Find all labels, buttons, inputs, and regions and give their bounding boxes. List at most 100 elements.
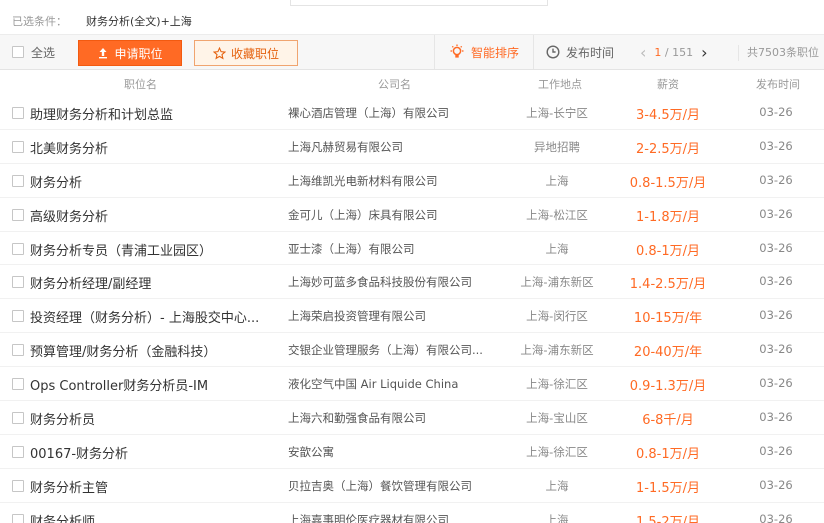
job-location: 上海-徐汇区	[526, 377, 588, 392]
job-title-link[interactable]: 财务分析经理/副经理	[30, 273, 151, 292]
current-page: 1	[654, 45, 662, 59]
search-bar-remnant	[290, 0, 548, 6]
table-row[interactable]: 财务分析经理/副经理 上海妙可蓝多食品科技股份有限公司 上海-浦东新区 1.4-2.5…	[0, 265, 824, 300]
post-date: 03-26	[759, 308, 793, 323]
filters-label: 已选条件：	[12, 15, 67, 28]
company-link[interactable]: 亚士漆（上海）有限公司	[288, 241, 415, 257]
job-salary: 6-8千/月	[642, 413, 694, 429]
job-title-link[interactable]: 预算管理/财务分析（金融科技）	[30, 341, 216, 360]
select-all-label[interactable]: 全选	[31, 44, 55, 61]
company-link[interactable]: 交银企业管理服务（上海）有限公司...	[288, 342, 483, 358]
table-row[interactable]: 财务分析主管 贝拉吉奥（上海）餐饮管理有限公司 上海 1-1.5万/月 03-26	[0, 469, 824, 503]
company-link[interactable]: 安歆公寓	[288, 444, 334, 460]
apply-jobs-button[interactable]: 申请职位	[78, 40, 182, 66]
job-location: 上海	[545, 512, 569, 523]
smart-sort-label: 智能排序	[470, 45, 519, 60]
row-checkbox[interactable]	[12, 479, 24, 492]
company-link[interactable]: 贝拉吉奥（上海）餐饮管理有限公司	[288, 478, 472, 494]
company-link[interactable]: 上海嘉事明伦医疗器材有限公司	[288, 512, 449, 523]
row-checkbox[interactable]	[12, 378, 24, 391]
clock-icon	[546, 45, 560, 59]
job-title-link[interactable]: 北美财务分析	[30, 138, 108, 157]
job-salary: 1.5-2万/月	[635, 514, 701, 523]
row-checkbox[interactable]	[12, 310, 24, 323]
row-checkbox[interactable]	[12, 174, 24, 187]
company-link[interactable]: 液化空气中国 Air Liquide China	[288, 376, 458, 392]
table-row[interactable]: 高级财务分析 金可儿（上海）床具有限公司 上海-松江区 1-1.8万/月 03-26	[0, 198, 824, 232]
row-checkbox[interactable]	[12, 445, 24, 458]
favorite-jobs-button[interactable]: 收藏职位	[194, 40, 298, 66]
company-link[interactable]: 上海维凯光电新材料有限公司	[288, 173, 438, 189]
job-salary: 3-4.5万/月	[635, 108, 701, 123]
filters-value[interactable]: 财务分析(全文)+上海	[86, 13, 192, 29]
post-date: 03-26	[759, 172, 793, 187]
table-row[interactable]: 财务分析专员（青浦工业园区） 亚士漆（上海）有限公司 上海 0.8-1万/月 03-26	[0, 232, 824, 266]
job-location: 上海-宝山区	[526, 411, 588, 426]
job-location: 上海-浦东新区	[520, 343, 594, 358]
sort-by-time-label: 发布时间	[566, 45, 615, 60]
job-location: 上海-长宁区	[526, 106, 588, 120]
company-link[interactable]: 上海妙可蓝多食品科技股份有限公司	[288, 274, 472, 290]
job-salary: 0.8-1万/月	[635, 243, 701, 259]
job-title-link[interactable]: 财务分析	[30, 172, 82, 191]
job-location: 上海-徐汇区	[526, 444, 588, 459]
next-page-icon[interactable]: ›	[701, 43, 707, 62]
company-link[interactable]: 上海荣启投资管理有限公司	[288, 308, 426, 324]
post-date: 03-26	[759, 342, 793, 357]
table-row[interactable]: 财务分析员 上海六和勤强食品有限公司 上海-宝山区 6-8千/月 03-26	[0, 401, 824, 435]
row-checkbox[interactable]	[12, 242, 24, 255]
sort-by-time-button[interactable]: 发布时间	[546, 35, 614, 69]
total-jobs-count: 共7503条职位	[738, 45, 819, 61]
prev-page-icon[interactable]: ‹	[640, 43, 646, 62]
job-title-link[interactable]: 财务分析主管	[30, 477, 108, 496]
job-salary: 10-15万/年	[633, 311, 703, 327]
job-salary: 0.9-1.3万/月	[629, 379, 707, 395]
selected-filters-bar: 已选条件： 财务分析(全文)+上海	[0, 8, 824, 34]
job-title-link[interactable]: 高级财务分析	[30, 206, 108, 225]
table-row[interactable]: 财务分析 上海维凯光电新材料有限公司 上海 0.8-1.5万/月 03-26	[0, 164, 824, 198]
table-row[interactable]: 预算管理/财务分析（金融科技） 交银企业管理服务（上海）有限公司... 上海-浦东新…	[0, 333, 824, 368]
job-salary: 1-1.5万/月	[635, 480, 701, 496]
job-location: 上海	[545, 173, 569, 188]
table-row[interactable]: 财务分析师 上海嘉事明伦医疗器材有限公司 上海 1.5-2万/月 03-26	[0, 503, 824, 523]
select-all-checkbox[interactable]	[12, 46, 24, 58]
job-salary: 1.4-2.5万/月	[629, 277, 707, 293]
post-date: 03-26	[759, 376, 793, 391]
row-checkbox[interactable]	[12, 344, 24, 357]
table-row[interactable]: 00167-财务分析 安歆公寓 上海-徐汇区 0.8-1万/月 03-26	[0, 435, 824, 469]
job-salary: 0.8-1万/月	[635, 446, 701, 462]
job-title-link[interactable]: Ops Controller财务分析员-IM	[30, 375, 208, 394]
job-location: 上海-浦东新区	[520, 275, 594, 290]
post-date: 03-26	[759, 105, 793, 119]
job-title-link[interactable]: 财务分析员	[30, 409, 95, 428]
row-checkbox[interactable]	[12, 276, 24, 289]
table-row[interactable]: 助理财务分析和计划总监 裸心酒店管理（上海）有限公司 上海-长宁区 3-4.5万/月 0…	[0, 96, 824, 130]
row-checkbox[interactable]	[12, 140, 24, 153]
smart-sort-button[interactable]: 智能排序	[434, 35, 534, 69]
column-date: 发布时间	[756, 78, 800, 91]
job-title-link[interactable]: 00167-财务分析	[30, 443, 128, 462]
job-title-link[interactable]: 财务分析师	[30, 511, 95, 523]
pagination: ‹ 1 / 151 ›	[640, 35, 708, 69]
job-list: 助理财务分析和计划总监 裸心酒店管理（上海）有限公司 上海-长宁区 3-4.5万/月 0…	[0, 96, 824, 523]
row-checkbox[interactable]	[12, 107, 24, 119]
table-header: 职位名 公司名 工作地点 薪资 发布时间	[0, 70, 824, 96]
post-date: 03-26	[759, 511, 793, 523]
job-title-link[interactable]: 助理财务分析和计划总监	[30, 104, 173, 123]
row-checkbox[interactable]	[12, 513, 24, 523]
job-title-link[interactable]: 投资经理（财务分析）- 上海股交中心...	[30, 307, 259, 326]
company-link[interactable]: 上海六和勤强食品有限公司	[288, 410, 426, 426]
post-date: 03-26	[759, 274, 793, 289]
job-location: 上海-松江区	[526, 207, 588, 222]
column-location: 工作地点	[538, 78, 582, 91]
results-toolbar: 全选 申请职位 收藏职位 智能排序 发布时间 ‹ 1 / 151 › 共7503…	[0, 34, 824, 70]
row-checkbox[interactable]	[12, 208, 24, 221]
company-link[interactable]: 上海凡赫贸易有限公司	[288, 139, 403, 155]
row-checkbox[interactable]	[12, 412, 24, 425]
table-row[interactable]: 北美财务分析 上海凡赫贸易有限公司 异地招聘 2-2.5万/月 03-26	[0, 130, 824, 164]
job-title-link[interactable]: 财务分析专员（青浦工业园区）	[30, 240, 212, 259]
company-link[interactable]: 金可儿（上海）床具有限公司	[288, 207, 438, 223]
table-row[interactable]: 投资经理（财务分析）- 上海股交中心... 上海荣启投资管理有限公司 上海-闵行区 1…	[0, 299, 824, 334]
table-row[interactable]: Ops Controller财务分析员-IM 液化空气中国 Air Liquide…	[0, 367, 824, 402]
company-link[interactable]: 裸心酒店管理（上海）有限公司	[288, 105, 449, 121]
